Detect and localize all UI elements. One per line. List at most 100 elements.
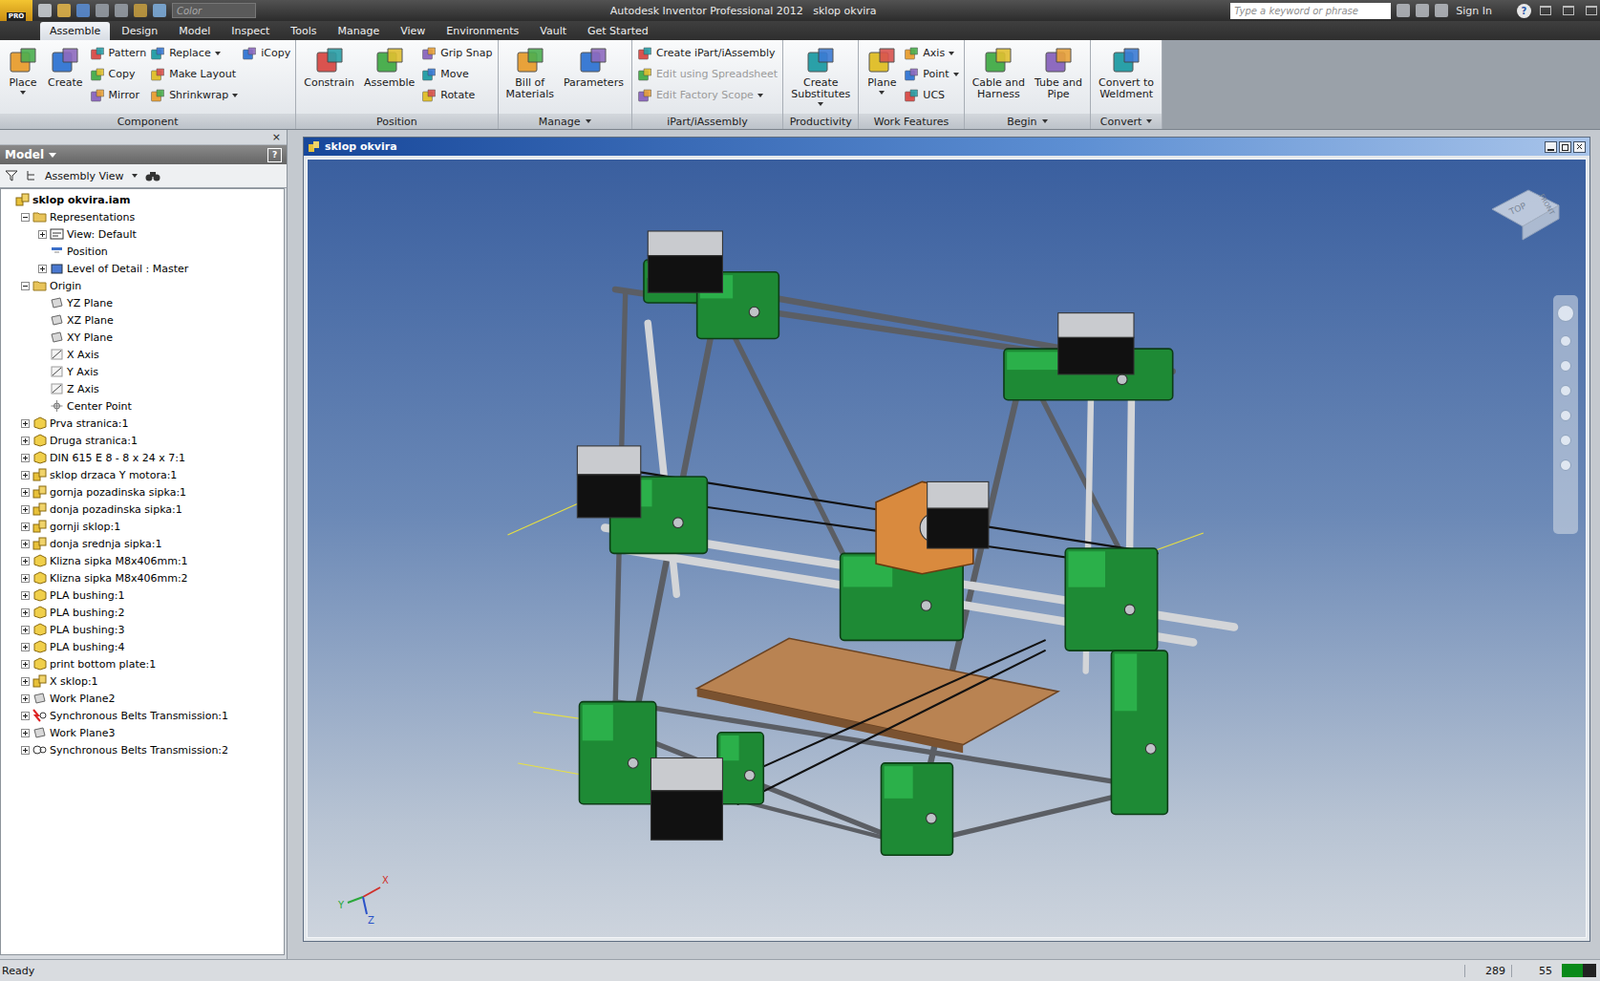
browser-header[interactable]: Model?: [0, 145, 287, 165]
dropdown-arrow-icon[interactable]: [585, 119, 592, 124]
tree-item[interactable]: Klizna sipka M8x406mm:2: [0, 569, 284, 587]
small-tool-button[interactable]: Rotate: [421, 85, 492, 106]
tree-item[interactable]: donja srednja sipka:1: [0, 534, 284, 553]
expand-toggle[interactable]: [21, 642, 30, 652]
expand-toggle[interactable]: [21, 746, 30, 755]
expand-toggle[interactable]: [21, 625, 30, 635]
expand-toggle[interactable]: [21, 281, 30, 291]
large-tool-button[interactable]: Constrain: [300, 42, 358, 114]
tree-item[interactable]: PLA bushing:2: [0, 603, 284, 621]
help-button[interactable]: ?: [1516, 3, 1532, 19]
expand-toggle[interactable]: [21, 213, 30, 222]
expand-toggle[interactable]: [38, 402, 47, 411]
tree-item[interactable]: Prva stranica:1: [0, 414, 284, 432]
close-icon[interactable]: [1585, 5, 1598, 16]
binoculars-icon[interactable]: [1396, 3, 1410, 18]
tree-item[interactable]: donja pozadinska sipka:1: [0, 500, 284, 518]
small-tool-button[interactable]: Point: [903, 64, 959, 85]
expand-toggle[interactable]: [21, 539, 30, 549]
expand-toggle[interactable]: [38, 230, 47, 239]
ribbon-tab[interactable]: View: [390, 21, 435, 41]
ribbon-tab[interactable]: Inspect: [221, 21, 279, 41]
tree-item[interactable]: XY Plane: [0, 328, 284, 346]
minimize-icon[interactable]: [1539, 5, 1552, 16]
large-tool-button[interactable]: Convert to Weldment: [1095, 42, 1157, 114]
tree-item[interactable]: YZ Plane: [0, 294, 284, 312]
navigation-tool-icon[interactable]: [1559, 360, 1572, 372]
ribbon-tab[interactable]: Environments: [436, 21, 529, 41]
expand-toggle[interactable]: [21, 419, 30, 428]
dropdown-arrow-icon[interactable]: [878, 90, 885, 95]
expand-toggle[interactable]: [21, 728, 30, 738]
expand-toggle[interactable]: [38, 350, 47, 360]
minimize-icon[interactable]: [1544, 141, 1558, 153]
large-tool-button[interactable]: Cable and Harness: [969, 42, 1028, 114]
restore-icon[interactable]: [1562, 5, 1575, 16]
dropdown-arrow-icon[interactable]: [1146, 119, 1152, 124]
tree-item[interactable]: Position: [0, 242, 284, 260]
tree-item[interactable]: gornji sklop:1: [0, 517, 284, 535]
tree-item[interactable]: DIN 615 E 8 - 8 x 24 x 7:1: [0, 448, 284, 467]
expand-toggle[interactable]: [21, 505, 30, 514]
ribbon-tab[interactable]: Vault: [530, 21, 576, 41]
large-tool-button[interactable]: Place: [4, 42, 42, 114]
expand-toggle[interactable]: [38, 247, 47, 256]
expand-toggle[interactable]: [21, 522, 30, 532]
navigation-tool-icon[interactable]: [1559, 335, 1572, 347]
tree-item[interactable]: Work Plane3: [0, 724, 284, 742]
large-tool-button[interactable]: Create: [44, 42, 86, 114]
large-tool-button[interactable]: Tube and Pipe: [1031, 42, 1086, 114]
dropdown-arrow-icon[interactable]: [20, 90, 26, 95]
binoculars-icon[interactable]: [145, 170, 161, 182]
small-tool-button[interactable]: Copy: [89, 64, 148, 85]
panel-label[interactable]: Begin: [964, 113, 1090, 129]
expand-toggle[interactable]: [21, 677, 30, 686]
navigation-tool-icon[interactable]: [1559, 409, 1572, 422]
small-tool-button[interactable]: iCopy: [241, 42, 291, 64]
search-field[interactable]: Type a keyword or phrase: [1230, 2, 1391, 20]
star-icon[interactable]: [1434, 3, 1449, 18]
tree-item[interactable]: sklop okvira.iam: [0, 191, 284, 209]
tree-item[interactable]: XZ Plane: [0, 311, 284, 329]
ribbon-tab[interactable]: Tools: [280, 21, 326, 41]
tree-item[interactable]: PLA bushing:1: [0, 586, 284, 604]
small-tool-button[interactable]: UCS: [903, 85, 959, 106]
navigation-tool-icon[interactable]: [1559, 384, 1572, 397]
ribbon-tab[interactable]: Manage: [327, 21, 389, 41]
quick-access-icon[interactable]: [152, 3, 167, 18]
expand-toggle[interactable]: [21, 591, 30, 600]
tree-item[interactable]: View: Default: [0, 225, 284, 243]
small-tool-button[interactable]: Grip Snap: [421, 42, 492, 64]
expand-toggle[interactable]: [21, 453, 30, 463]
close-icon[interactable]: [1573, 141, 1586, 153]
expand-toggle[interactable]: [21, 711, 30, 721]
expand-toggle[interactable]: [38, 298, 47, 308]
tree-item[interactable]: Level of Detail : Master: [0, 259, 284, 278]
large-tool-button[interactable]: Parameters: [560, 42, 627, 114]
tree-item[interactable]: Druga stranica:1: [0, 431, 284, 449]
small-tool-button[interactable]: Create iPart/iAssembly: [637, 42, 778, 64]
expand-toggle[interactable]: [21, 470, 30, 480]
filter-icon[interactable]: [4, 169, 19, 183]
tree-item[interactable]: Representations: [0, 208, 284, 226]
expand-toggle[interactable]: [38, 333, 47, 342]
expand-toggle[interactable]: [21, 556, 30, 566]
quick-access-icon[interactable]: [57, 3, 71, 18]
dropdown-arrow-icon[interactable]: [757, 93, 764, 98]
large-tool-button[interactable]: Create Substitutes: [788, 42, 854, 114]
expand-toggle[interactable]: [38, 384, 47, 394]
color-field[interactable]: Color: [171, 2, 256, 19]
small-tool-button[interactable]: Pattern: [89, 42, 148, 64]
tree-item[interactable]: Z Axis: [0, 380, 284, 398]
tree-item[interactable]: Center Point: [0, 397, 284, 415]
navigation-tool-icon[interactable]: [1559, 434, 1572, 447]
tree-item[interactable]: PLA bushing:3: [0, 620, 284, 639]
small-tool-button[interactable]: Mirror: [89, 85, 148, 106]
small-tool-button[interactable]: Move: [421, 64, 492, 85]
tree-item[interactable]: Synchronous Belts Transmission:2: [0, 741, 284, 759]
expand-toggle[interactable]: [3, 195, 13, 205]
dropdown-arrow-icon[interactable]: [948, 51, 955, 56]
ribbon-tab[interactable]: Model: [169, 21, 220, 41]
quick-access-icon[interactable]: [95, 3, 109, 18]
small-tool-button[interactable]: Axis: [903, 42, 959, 64]
